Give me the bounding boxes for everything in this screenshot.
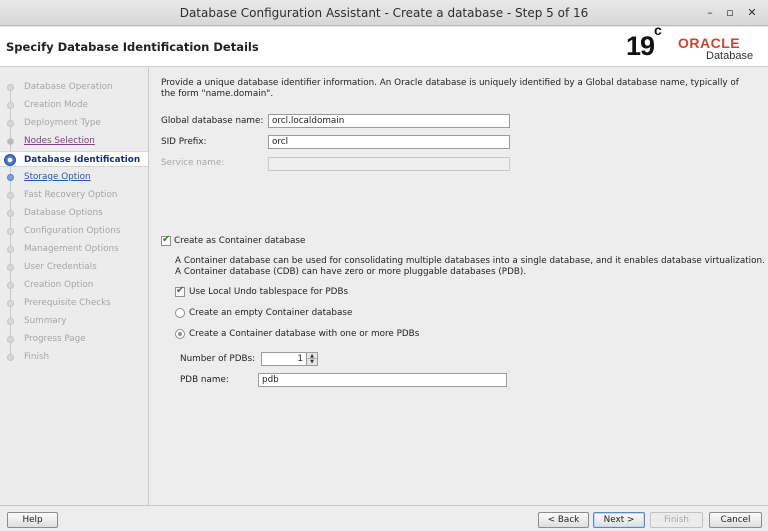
sid-prefix-input[interactable]: orcl (268, 135, 510, 149)
nav-step: Finish (0, 349, 148, 365)
nav-step: Management Options (0, 241, 148, 257)
container-db-label: Create as Container database (174, 236, 306, 246)
step-status-icon (7, 228, 14, 235)
logo-brand: ORACLE (678, 35, 741, 51)
local-undo-label: Use Local Undo tablespace for PDBs (189, 287, 349, 297)
maximize-button[interactable]: ▫ (721, 4, 739, 22)
spinner-down-icon[interactable]: ▼ (307, 359, 317, 365)
nav-step-label: Nodes Selection (24, 136, 95, 146)
container-db-description-1: A Container database can be used for con… (175, 256, 765, 266)
wizard-footer: Help < Back Next > Finish Cancel (0, 505, 768, 531)
nav-step-label: Summary (24, 316, 67, 326)
step-status-icon (7, 318, 14, 325)
nav-step-label: Database Options (24, 208, 103, 218)
window-titlebar: Database Configuration Assistant - Creat… (0, 0, 768, 26)
step-status-icon (7, 246, 14, 253)
num-pdbs-label: Number of PDBs: (180, 354, 256, 364)
nav-step[interactable]: Nodes Selection (0, 133, 148, 149)
step-status-icon (7, 102, 14, 109)
check-icon: ✔ (176, 285, 185, 296)
step-status-icon (7, 120, 14, 127)
nav-step-label: Creation Mode (24, 100, 88, 110)
logo-version: 19c (626, 22, 662, 61)
container-with-pdbs-label: Create a Container database with one or … (189, 329, 420, 339)
step-status-icon (7, 138, 14, 145)
nav-step-label: Prerequisite Checks (24, 298, 111, 308)
back-button[interactable]: < Back (538, 512, 589, 528)
empty-container-radio[interactable] (175, 308, 185, 318)
nav-step-label: Storage Option (24, 172, 91, 182)
close-button[interactable]: ✕ (743, 4, 761, 22)
nav-step-label: Management Options (24, 244, 119, 254)
nav-step: Database Options (0, 205, 148, 221)
nav-step-label: Database Operation (24, 82, 113, 92)
num-pdbs-spinner[interactable]: 1 ▲ ▼ (261, 352, 318, 366)
service-name-input[interactable] (268, 157, 510, 171)
sid-prefix-label: SID Prefix: (161, 137, 207, 147)
step-status-icon (7, 282, 14, 289)
step-status-icon (7, 300, 14, 307)
step-navigation: Database Operation Creation Mode Deploymen… (0, 68, 149, 505)
nav-step-label: Creation Option (24, 280, 94, 290)
check-icon: ✔ (162, 234, 171, 245)
logo-product: Database (706, 50, 754, 62)
step-status-icon (7, 354, 14, 361)
nav-step-label: Database Identification (24, 155, 141, 165)
service-name-label: Service name: (161, 158, 225, 168)
nav-step: Configuration Options (0, 223, 148, 239)
step-status-icon (4, 154, 16, 166)
help-button[interactable]: Help (7, 512, 58, 528)
global-db-name-input[interactable]: orcl.localdomain (268, 114, 510, 128)
step-status-icon (7, 84, 14, 91)
nav-step-label: Configuration Options (24, 226, 121, 236)
nav-step: Summary (0, 313, 148, 329)
minimize-button[interactable]: – (701, 4, 719, 22)
empty-container-label: Create an empty Container database (189, 308, 353, 318)
page-header: Specify Database Identification Details … (0, 22, 768, 67)
finish-button[interactable]: Finish (650, 512, 703, 528)
step-status-icon (7, 174, 14, 181)
main-panel: Provide a unique database identifier inf… (150, 68, 768, 505)
step-status-icon (7, 264, 14, 271)
nav-step[interactable]: Database Identification (0, 151, 148, 167)
page-description: Provide a unique database identifier inf… (161, 78, 739, 99)
step-status-icon (7, 192, 14, 199)
nav-step: Creation Mode (0, 97, 148, 113)
nav-step: Creation Option (0, 277, 148, 293)
nav-step: Deployment Type (0, 115, 148, 131)
nav-step[interactable]: Storage Option (0, 169, 148, 185)
window-title: Database Configuration Assistant - Creat… (179, 6, 589, 20)
local-undo-checkbox[interactable]: ✔ (175, 285, 185, 297)
cancel-button[interactable]: Cancel (709, 512, 762, 528)
step-status-icon (7, 210, 14, 217)
num-pdbs-value[interactable]: 1 (297, 354, 303, 364)
spinner-arrows: ▲ ▼ (306, 353, 317, 365)
nav-step-label: User Credentials (24, 262, 97, 272)
nav-step-label: Deployment Type (24, 118, 101, 128)
nav-step-label: Finish (24, 352, 50, 362)
global-db-name-label: Global database name: (161, 116, 264, 126)
pdb-name-input[interactable]: pdb (258, 373, 507, 387)
nav-step: User Credentials (0, 259, 148, 275)
oracle-logo: 19c ORACLE Database (626, 22, 762, 63)
container-db-checkbox[interactable]: ✔ (161, 234, 171, 246)
nav-step-label: Fast Recovery Option (24, 190, 118, 200)
nav-step: Database Operation (0, 79, 148, 95)
next-button[interactable]: Next > (593, 512, 645, 528)
nav-step: Prerequisite Checks (0, 295, 148, 311)
step-status-icon (7, 336, 14, 343)
nav-step-label: Progress Page (24, 334, 86, 344)
page-title: Specify Database Identification Details (6, 40, 259, 54)
pdb-name-label: PDB name: (180, 375, 229, 385)
nav-step: Progress Page (0, 331, 148, 347)
container-with-pdbs-radio[interactable] (175, 329, 185, 339)
nav-step: Fast Recovery Option (0, 187, 148, 203)
container-db-description-2: A Container database (CDB) can have zero… (175, 267, 527, 277)
